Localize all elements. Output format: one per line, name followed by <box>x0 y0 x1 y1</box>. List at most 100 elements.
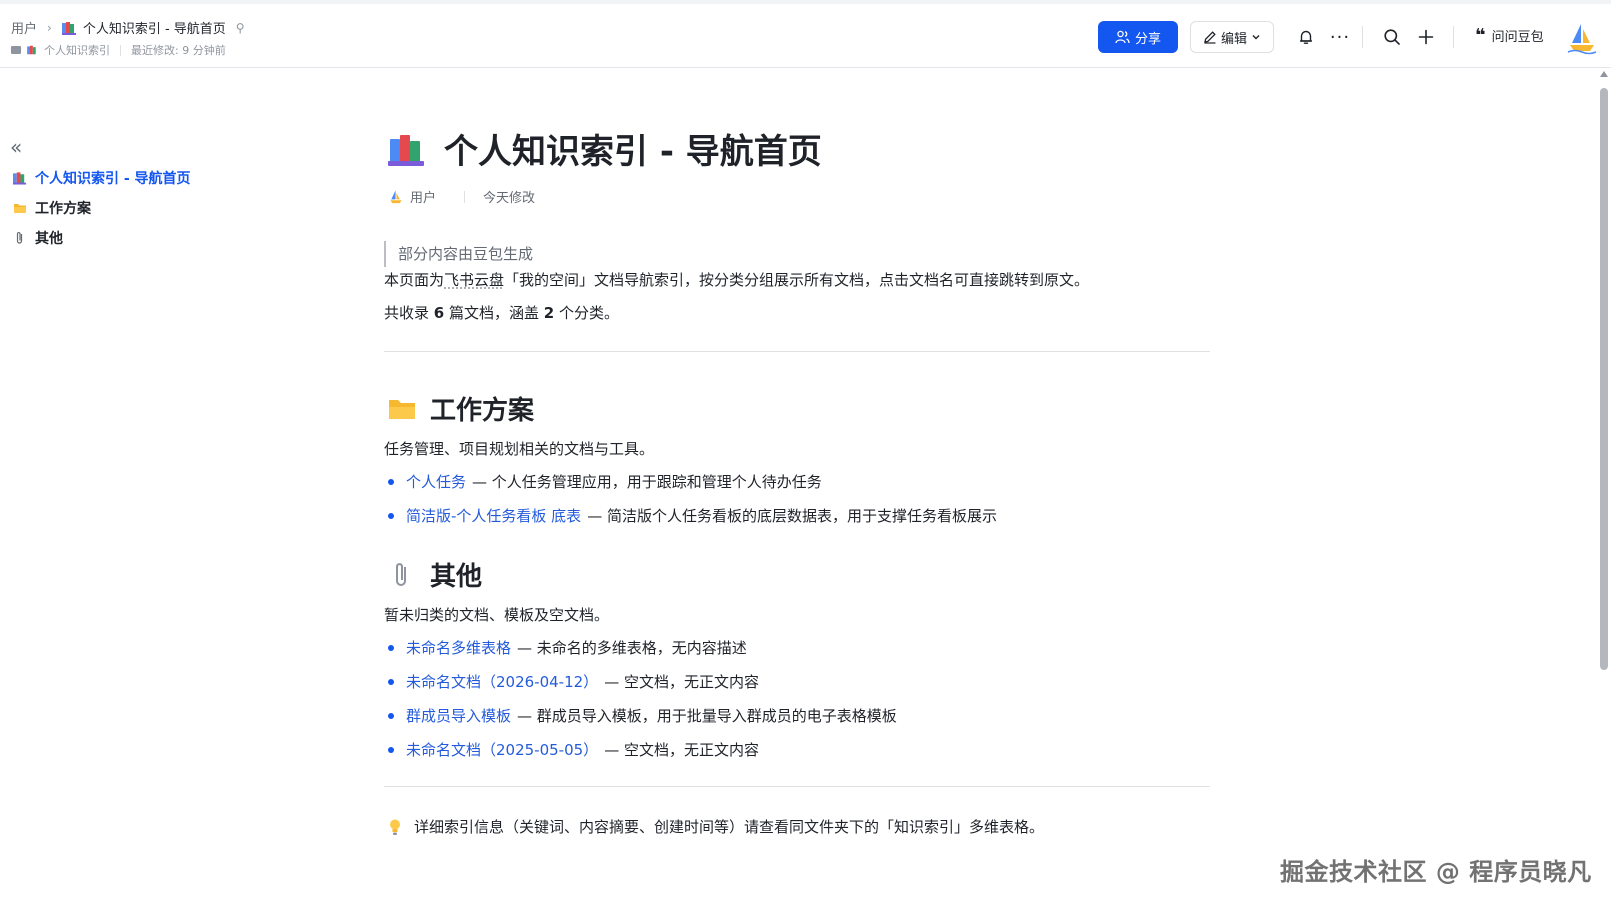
section-heading-text: 工作方案 <box>430 396 535 426</box>
sub-doc-name[interactable]: 个人知识索引 <box>44 42 110 58</box>
count-paragraph: 共收录 6 篇文档，涵盖 2 个分类。 <box>384 302 619 324</box>
intro-paragraph: 本页面为飞书云盘「我的空间」文档导航索引，按分类分组展示所有文档，点击文档名可直… <box>384 269 1089 291</box>
count-text: 共收录 <box>384 304 434 322</box>
more-options-icon[interactable]: ··· <box>1328 25 1352 49</box>
books-icon <box>27 45 36 55</box>
bullet-dot <box>388 645 394 651</box>
bullet-dot <box>388 479 394 485</box>
intro-text: 「我的空间」文档导航索引，按分类分组展示所有文档，点击文档名可直接跳转到原文。 <box>504 271 1090 289</box>
divider <box>1453 26 1454 48</box>
books-icon <box>61 21 76 35</box>
paperclip-icon <box>16 231 23 244</box>
last-modified: 最近修改: 9 分钟前 <box>131 44 226 57</box>
folder-icon <box>389 399 415 419</box>
tip-text: 详细索引信息（关键词、内容摘要、创建时间等）请查看同文件夹下的「知识索引」多维表… <box>414 818 1045 836</box>
section-description: 任务管理、项目规划相关的文档与工具。 <box>384 440 655 458</box>
share-button-label: 分享 <box>1134 31 1161 47</box>
sidebar-item-label: 工作方案 <box>35 201 91 217</box>
breadcrumb-current[interactable]: 个人知识索引 - 导航首页 <box>83 18 226 37</box>
count-text: 个分类。 <box>554 304 619 322</box>
scroll-up-arrow[interactable] <box>1600 71 1608 77</box>
watermark: 掘金技术社区 @ 程序员晓凡 <box>1280 858 1592 886</box>
top-header: 用户 › 个人知识索引 - 导航首页 ⚲ 个人知识索引 最近修改: 9 分钟前 … <box>0 4 1611 68</box>
section-heading-other: 其他 <box>388 556 482 593</box>
doc-link-description: — 未命名的多维表格，无内容描述 <box>517 639 747 657</box>
doc-link[interactable]: 未命名文档（2025-05-05） <box>406 739 598 761</box>
doc-subline: 个人知识索引 最近修改: 9 分钟前 <box>11 42 226 58</box>
paperclip-icon <box>396 562 406 586</box>
outline-sidebar: 个人知识索引 - 导航首页 工作方案 其他 <box>13 163 191 253</box>
list-item: 个人任务 — 个人任务管理应用，用于跟踪和管理个人待办任务 <box>388 471 822 493</box>
sidebar-item-work[interactable]: 工作方案 <box>13 193 191 223</box>
bullet-dot <box>388 513 394 519</box>
pin-icon[interactable]: ⚲ <box>236 21 245 35</box>
doc-modified: 今天修改 <box>483 191 536 206</box>
doc-link[interactable]: 个人任务 <box>406 471 466 493</box>
section-description: 暂未归类的文档、模板及空文档。 <box>384 606 610 624</box>
sidebar-item-label: 个人知识索引 - 导航首页 <box>35 171 191 187</box>
divider <box>384 351 1210 352</box>
sidebar-item-other[interactable]: 其他 <box>13 223 191 253</box>
doc-link-description: — 群成员导入模板，用于批量导入群成员的电子表格模板 <box>517 707 897 725</box>
doc-link-description: — 个人任务管理应用，用于跟踪和管理个人待办任务 <box>472 473 822 491</box>
search-icon[interactable] <box>1380 25 1404 49</box>
chevron-right-icon: › <box>47 20 52 35</box>
pencil-icon <box>1204 31 1216 44</box>
divider <box>384 786 1210 787</box>
page-title: 个人知识索引 - 导航首页 <box>444 132 822 172</box>
doc-link[interactable]: 未命名多维表格 <box>406 637 511 659</box>
doc-link[interactable]: 群成员导入模板 <box>406 705 511 727</box>
quote-icon: ❝ <box>1475 24 1486 46</box>
lightbulb-icon <box>390 819 400 835</box>
intro-text: 本页面为 <box>384 271 445 289</box>
feishu-drive-mention[interactable]: 飞书云盘 <box>444 271 504 289</box>
doc-link-description: — 简洁版个人任务看板的底层数据表，用于支撑任务看板展示 <box>587 507 997 525</box>
doc-link[interactable]: 未命名文档（2026-04-12） <box>406 671 598 693</box>
category-count: 2 <box>543 304 555 322</box>
doc-count: 6 <box>433 304 445 322</box>
chevron-down-icon <box>1252 35 1260 40</box>
ai-generated-callout: 部分内容由豆包生成 <box>384 241 533 267</box>
folder-icon <box>11 46 21 54</box>
section-heading-text: 其他 <box>430 562 483 592</box>
ask-doubao-label: 问问豆包 <box>1491 30 1544 45</box>
doc-link-description: — 空文档，无正文内容 <box>604 741 759 759</box>
edit-button-label: 编辑 <box>1220 31 1247 47</box>
divider <box>464 190 466 203</box>
bullet-dot <box>388 679 394 685</box>
doc-link[interactable]: 简洁版-个人任务看板 底表 <box>406 505 581 527</box>
share-button[interactable]: 分享 <box>1098 21 1178 53</box>
ask-doubao-button[interactable]: ❝ 问问豆包 <box>1475 26 1544 45</box>
list-item: 未命名多维表格 — 未命名的多维表格，无内容描述 <box>388 637 747 659</box>
list-item: 群成员导入模板 — 群成员导入模板，用于批量导入群成员的电子表格模板 <box>388 705 897 727</box>
bullet-dot <box>388 747 394 753</box>
count-text: 篇文档，涵盖 <box>444 304 544 322</box>
bell-icon[interactable] <box>1294 25 1318 49</box>
users-icon <box>1115 30 1130 44</box>
list-item: 简洁版-个人任务看板 底表 — 简洁版个人任务看板的底层数据表，用于支撑任务看板… <box>388 505 997 527</box>
list-item: 未命名文档（2025-05-05） — 空文档，无正文内容 <box>388 739 759 761</box>
list-item: 未命名文档（2026-04-12） — 空文档，无正文内容 <box>388 671 759 693</box>
divider <box>1362 26 1363 48</box>
collapse-sidebar-icon[interactable]: « <box>10 135 22 159</box>
doc-author[interactable]: 用户 <box>410 187 436 206</box>
folder-icon <box>14 204 26 213</box>
breadcrumb-root[interactable]: 用户 <box>11 18 37 37</box>
section-heading-work: 工作方案 <box>388 390 534 427</box>
tip-line: 详细索引信息（关键词、内容摘要、创建时间等）请查看同文件夹下的「知识索引」多维表… <box>388 816 1044 837</box>
books-icon <box>388 134 424 166</box>
doc-link-description: — 空文档，无正文内容 <box>604 673 759 691</box>
sidebar-item-label: 其他 <box>35 231 63 247</box>
breadcrumb: 用户 › 个人知识索引 - 导航首页 ⚲ <box>11 18 245 38</box>
divider <box>120 44 121 56</box>
author-avatar <box>390 189 402 203</box>
doc-meta: 用户 今天修改 <box>388 187 535 206</box>
bullet-dot <box>388 713 394 719</box>
edit-mode-button[interactable]: 编辑 <box>1190 21 1274 53</box>
sidebar-item-home[interactable]: 个人知识索引 - 导航首页 <box>13 163 191 193</box>
doc-title-row: 个人知识索引 - 导航首页 <box>388 124 822 173</box>
books-icon <box>13 172 27 185</box>
plus-icon[interactable] <box>1414 25 1438 49</box>
scrollbar-thumb[interactable] <box>1600 88 1608 670</box>
avatar[interactable] <box>1565 21 1599 55</box>
